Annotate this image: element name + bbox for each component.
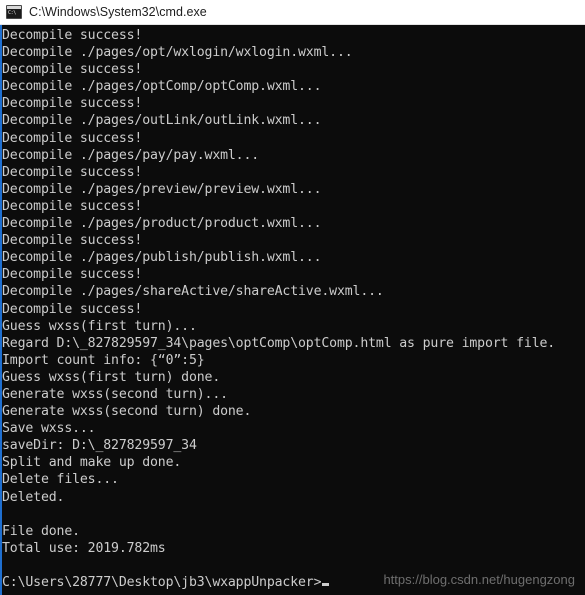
console-line: Decompile ./pages/outLink/outLink.wxml..… xyxy=(2,113,322,129)
console-line: Decompile success! xyxy=(2,301,143,317)
console-line: Guess wxss(first turn) done. xyxy=(2,369,221,385)
console-line: Split and make up done. xyxy=(2,455,182,471)
cmd-icon-glyph: C:\ xyxy=(8,10,16,16)
console-line: File done. xyxy=(2,523,80,539)
console-line: Decompile success! xyxy=(2,233,143,249)
console-line: Guess wxss(first turn)... xyxy=(2,318,197,334)
console-line: Decompile success! xyxy=(2,164,143,180)
console-line: Save wxss... xyxy=(2,421,96,437)
console-line: Total use: 2019.782ms xyxy=(2,540,166,556)
console-line: Decompile ./pages/product/product.wxml..… xyxy=(2,216,322,232)
console-line: Decompile success! xyxy=(2,198,143,214)
console-line: Deleted. xyxy=(2,489,65,505)
console-line: saveDir: D:\_827829597_34 xyxy=(2,438,197,454)
console-line: Decompile success! xyxy=(2,62,143,78)
console-line: Generate wxss(second turn)... xyxy=(2,386,228,402)
prompt-path: C:\Users\28777\Desktop\jb3\wxappUnpacker… xyxy=(2,575,322,590)
console-line: Delete files... xyxy=(2,472,119,488)
window-title: C:\Windows\System32\cmd.exe xyxy=(29,5,207,19)
console-line: Decompile ./pages/pay/pay.wxml... xyxy=(2,147,260,163)
console-line: Decompile ./pages/optComp/optComp.wxml..… xyxy=(2,79,322,95)
cmd-window: C:\ C:\Windows\System32\cmd.exe Decompil… xyxy=(0,0,585,595)
console-line: Generate wxss(second turn) done. xyxy=(2,404,252,420)
console-line: Decompile success! xyxy=(2,267,143,283)
console-line: Decompile ./pages/opt/wxlogin/wxlogin.wx… xyxy=(2,45,353,61)
watermark-text: https://blog.csdn.net/hugengzong xyxy=(383,572,575,587)
console-line: Decompile ./pages/publish/publish.wxml..… xyxy=(2,250,322,266)
text-cursor xyxy=(322,583,330,586)
console-line: Decompile success! xyxy=(2,28,143,43)
console-line: Import count info: {“0”:5} xyxy=(2,352,205,368)
console-line: Decompile success! xyxy=(2,96,143,112)
console-line: Regard D:\_827829597_34\pages\optComp\op… xyxy=(2,335,556,351)
console-output-area[interactable]: Decompile success! Decompile ./pages/opt/… xyxy=(0,25,585,595)
console-line: Decompile success! xyxy=(2,130,143,146)
console-text-buffer: Decompile success! Decompile ./pages/opt/… xyxy=(2,27,585,595)
console-line: Decompile ./pages/shareActive/shareActiv… xyxy=(2,284,384,300)
window-titlebar[interactable]: C:\ C:\Windows\System32\cmd.exe xyxy=(0,0,585,25)
console-line: Decompile ./pages/preview/preview.wxml..… xyxy=(2,181,322,197)
cmd-console-icon: C:\ xyxy=(6,5,22,19)
